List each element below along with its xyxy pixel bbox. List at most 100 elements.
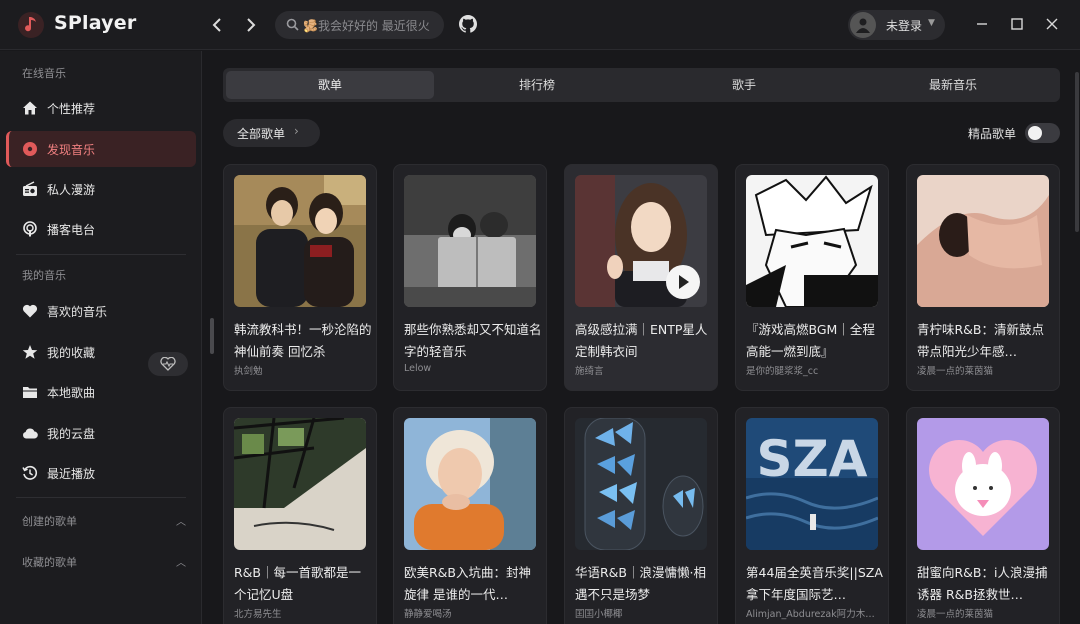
user-menu[interactable]: 未登录 ▼ [848, 10, 945, 40]
close-button[interactable] [1042, 14, 1062, 34]
chevron-left-icon [212, 18, 221, 32]
playlist-author: 是你的腿浆浆_cc [746, 366, 819, 377]
playlist-author: Lelow [404, 363, 432, 374]
sidebar-item-collection[interactable]: 我的收藏 [6, 334, 196, 370]
star-icon [22, 345, 38, 359]
podcast-icon [23, 221, 37, 237]
home-icon [23, 101, 37, 115]
sidebar-item-liked[interactable]: 喜欢的音乐 [6, 293, 196, 329]
sidebar-item-discover[interactable]: 发现音乐 [6, 131, 196, 167]
chevron-up-icon[interactable]: ︿ [176, 513, 186, 528]
close-icon [1046, 18, 1058, 30]
history-icon [22, 465, 38, 480]
playlist-title: 韩流教科书！一秒沦陷的神仙前奏 回忆杀 [234, 322, 372, 359]
folder-icon [23, 387, 37, 398]
sidebar-item-label: 发现音乐 [47, 143, 96, 157]
toggle-knob [1028, 126, 1042, 140]
sidebar-item-label: 个性推荐 [47, 102, 96, 116]
sidebar-item-label: 播客电台 [47, 223, 96, 237]
playlist-cover [234, 418, 366, 550]
forward-button[interactable] [240, 14, 262, 36]
playlist-title: 欧美R&B入坑曲：封神旋律 是谁的一代… [404, 565, 532, 602]
playlist-author: 静静爱喝汤 [404, 609, 452, 620]
section-my-music: 我的音乐 [22, 269, 66, 282]
sidebar-item-recent[interactable]: 最近播放 [6, 455, 196, 491]
playlist-card[interactable]: 甜蜜向R&B：i人浪漫捕诱器 R&B拯救世… 凌晨一点的莱茵猫 [906, 407, 1060, 624]
search-placeholder: 🫚我会好好的 最近很火 [303, 19, 430, 33]
playlist-title: 华语R&B｜浪漫慵懒·相遇不只是场梦 [575, 565, 706, 602]
search-input[interactable]: 🫚我会好好的 最近很火 [275, 11, 444, 39]
chevron-right-icon: › [294, 124, 299, 138]
minimize-button[interactable] [972, 14, 992, 34]
sidebar-item-cloud[interactable]: 我的云盘 [6, 415, 196, 451]
sidebar-item-local[interactable]: 本地歌曲 [6, 374, 196, 410]
music-note-icon [25, 17, 36, 32]
playlist-author: 施绮言 [575, 366, 604, 377]
user-icon [856, 18, 870, 33]
tab-bar: 歌单 排行榜 歌手 最新音乐 [223, 68, 1060, 102]
playlist-card[interactable]: 韩流教科书！一秒沦陷的神仙前奏 回忆杀 执剑勉 [223, 164, 377, 391]
maximize-icon [1011, 18, 1023, 30]
filter-label: 全部歌单 [237, 127, 286, 141]
user-name: 未登录 [886, 19, 923, 33]
sidebar-item-label: 最近播放 [47, 467, 96, 481]
sidebar-item-label: 我的云盘 [47, 427, 96, 441]
play-icon [679, 275, 689, 289]
main-scrollbar[interactable] [1075, 72, 1079, 232]
created-playlists-header[interactable]: 创建的歌单 [22, 513, 77, 529]
app-logo [18, 12, 44, 38]
playlist-author: Alimjan_Abdurezak阿力木… [746, 609, 875, 620]
playlist-author: 北方易先生 [234, 609, 282, 620]
playlist-title: 那些你熟悉却又不知道名字的轻音乐 [404, 322, 542, 359]
quality-playlist-label: 精品歌单 [968, 127, 1017, 141]
cloud-icon [23, 428, 38, 439]
playlist-author: 囯囯小椰椰 [575, 609, 623, 620]
sidebar: 在线音乐 个性推荐 发现音乐 私人漫游 播客电台 我的音乐 喜欢的音乐 我的收藏… [0, 51, 202, 624]
title-bar: SPlayer 🫚我会好好的 最近很火 未登录 ▼ [0, 0, 1080, 50]
playlist-card[interactable]: 『游戏高燃BGM｜全程高能一燃到底』 是你的腿浆浆_cc [735, 164, 889, 391]
playlist-title: R&B｜每一首歌都是一个记忆U盘 [234, 565, 362, 602]
sidebar-divider [16, 254, 186, 255]
sidebar-item-recommend[interactable]: 个性推荐 [6, 90, 196, 126]
disc-icon [23, 142, 37, 156]
playlist-cover: SZA [746, 418, 878, 550]
sidebar-item-podcast[interactable]: 播客电台 [6, 211, 196, 247]
playlist-cover [404, 418, 536, 550]
playlist-card[interactable]: 华语R&B｜浪漫慵懒·相遇不只是场梦 囯囯小椰椰 [564, 407, 718, 624]
search-icon [286, 18, 299, 31]
playlist-title: 甜蜜向R&B：i人浪漫捕诱器 R&B拯救世… [917, 565, 1048, 602]
sidebar-item-label: 私人漫游 [47, 183, 96, 197]
playlist-author: 执剑勉 [234, 366, 263, 377]
sidebar-divider [16, 497, 186, 498]
heart-icon [22, 304, 38, 318]
radio-icon [23, 181, 37, 196]
tab-artists[interactable]: 歌手 [640, 71, 848, 99]
playlist-card[interactable]: SZA 第44届全英音乐奖||SZA拿下年度国际艺… Alimjan_Abdur… [735, 407, 889, 624]
sidebar-item-roaming[interactable]: 私人漫游 [6, 171, 196, 207]
back-button[interactable] [206, 14, 228, 36]
playlist-card[interactable]: 青柠味R&B：清新鼓点 带点阳光少年感… 凌晨一点的莱茵猫 [906, 164, 1060, 391]
playlist-cover [575, 418, 707, 550]
sidebar-item-label: 我的收藏 [47, 346, 96, 360]
tab-playlists[interactable]: 歌单 [226, 71, 434, 99]
sidebar-scrollbar[interactable] [210, 318, 214, 354]
playlist-author: 凌晨一点的莱茵猫 [917, 609, 994, 620]
play-button[interactable] [666, 265, 700, 299]
playlist-card[interactable]: 那些你熟悉却又不知道名字的轻音乐 Lelow [393, 164, 547, 391]
playlist-card[interactable]: 高级感拉满｜ENTP星人定制韩衣间 施绮言 [564, 164, 718, 391]
playlist-card[interactable]: R&B｜每一首歌都是一个记忆U盘 北方易先生 [223, 407, 377, 624]
chevron-right-icon [247, 18, 256, 32]
app-title: SPlayer [54, 12, 137, 34]
playlist-category-button[interactable]: 全部歌单 › [223, 119, 320, 147]
playlist-card[interactable]: 欧美R&B入坑曲：封神旋律 是谁的一代… 静静爱喝汤 [393, 407, 547, 624]
github-icon[interactable] [459, 15, 477, 33]
chevron-up-icon[interactable]: ︿ [176, 554, 186, 569]
caret-down-icon: ▼ [928, 18, 935, 28]
collected-playlists-header[interactable]: 收藏的歌单 [22, 554, 77, 570]
tab-new-music[interactable]: 最新音乐 [849, 71, 1057, 99]
maximize-button[interactable] [1007, 14, 1027, 34]
section-online-music: 在线音乐 [22, 67, 66, 80]
quality-playlist-toggle[interactable] [1025, 123, 1060, 143]
tab-charts[interactable]: 排行榜 [433, 71, 641, 99]
playlist-title: 高级感拉满｜ENTP星人定制韩衣间 [575, 322, 708, 359]
